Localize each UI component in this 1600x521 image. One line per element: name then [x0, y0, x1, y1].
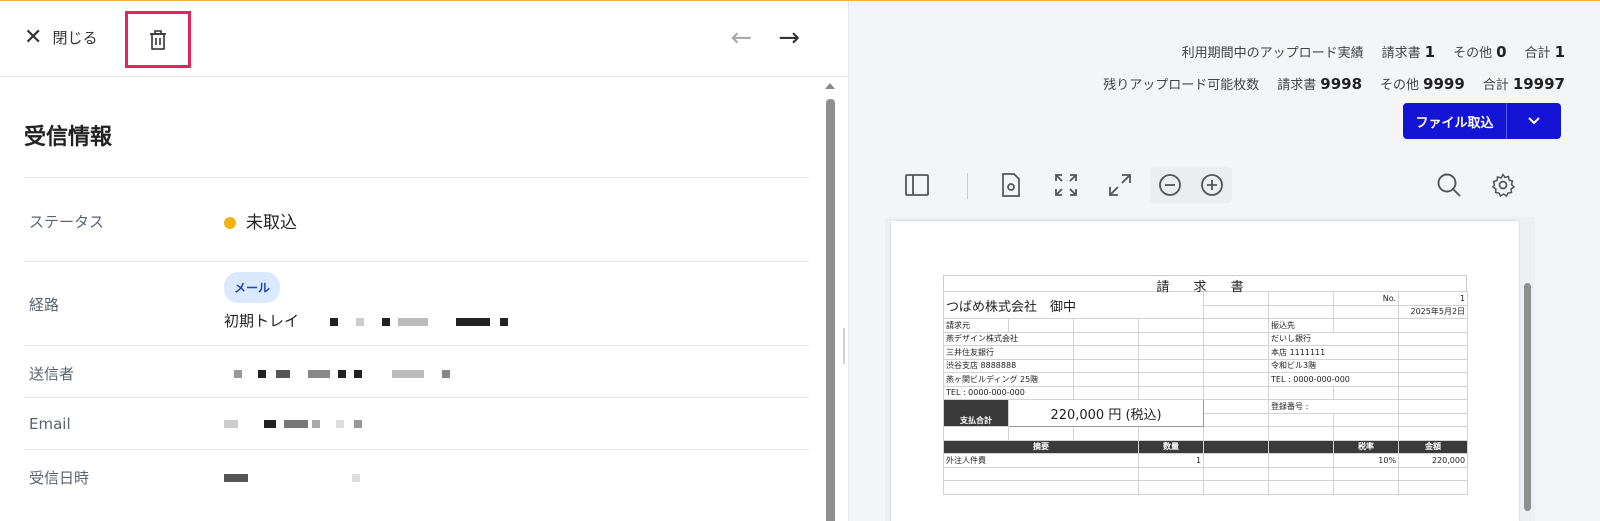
fit-width-icon[interactable] [1106, 171, 1134, 199]
route-label: 経路 [29, 296, 60, 314]
qty-header: 数量 [1137, 439, 1205, 454]
file-import-button[interactable]: ファイル取込 [1403, 103, 1507, 139]
amount-header: 金額 [1398, 439, 1469, 454]
fit-page-icon[interactable] [1052, 171, 1080, 199]
toolbar-separator [967, 173, 968, 199]
section-title: 受信情報 [24, 125, 113, 150]
detail-panel: ✕ 閉じる ← → 受信情報 ステータス 未取込 経路 メール 初期トレイ 送信… [0, 1, 848, 521]
document-page-area: 請 求 書 つばめ株式会社 御中 No. 1 2025年5月2日 請求元 振込先 燕… [885, 217, 1535, 521]
delete-button[interactable] [125, 11, 191, 68]
sidebar-icon[interactable] [903, 171, 931, 199]
preview-panel: 利用期間中のアップロード実績 請求書 1 その他 0 合計 1 残りアップロード可能枚… [849, 1, 1600, 521]
close-icon: ✕ [24, 24, 43, 50]
detail-toolbar: ✕ 閉じる ← → [0, 1, 848, 77]
sender-value-redacted [224, 364, 450, 382]
previous-arrow-button[interactable]: ← [730, 23, 752, 53]
close-button[interactable]: ✕ 閉じる [24, 24, 98, 50]
sender-line: 渋谷支店 8888888 [943, 358, 1074, 373]
viewer-toolbar [885, 153, 1535, 217]
payee-line: TEL : 0000-000-000 [1268, 372, 1400, 387]
file-import-split-button: ファイル取込 [1403, 103, 1561, 139]
remaining-total-count: 19997 [1512, 75, 1565, 93]
remaining-label: 残りアップロード可能枚数 [1103, 78, 1260, 93]
zoom-out-icon[interactable] [1156, 171, 1184, 199]
period-invoice-count: 1 [1424, 43, 1436, 61]
pdf-viewer: 請 求 書 つばめ株式会社 御中 No. 1 2025年5月2日 請求元 振込先 燕… [885, 153, 1535, 521]
file-import-dropdown-button[interactable] [1507, 103, 1561, 139]
received-at-label: 受信日時 [29, 469, 90, 487]
email-value-redacted [224, 414, 362, 432]
payee-heading: 振込先 [1268, 318, 1335, 333]
invoice-date: 2025年5月2日 [1398, 304, 1469, 319]
chevron-down-icon [1528, 117, 1540, 125]
status-value: 未取込 [246, 213, 297, 233]
detail-scrollbar[interactable] [826, 99, 835, 521]
sender-line: TEL : 0000-000-000 [943, 385, 1074, 400]
received-at-row: 受信日時 [24, 449, 809, 501]
invoice-no: 1 [1398, 291, 1469, 306]
received-at-value-redacted [224, 468, 360, 486]
total-value: 220,000 円 (税込) [1007, 399, 1205, 427]
panel-resize-handle[interactable] [843, 328, 845, 364]
route-row: 経路 メール 初期トレイ [24, 261, 809, 345]
upload-usage-period: 利用期間中のアップロード実績 請求書 1 その他 0 合計 1 [1181, 43, 1565, 61]
zoom-controls [1150, 167, 1232, 203]
payee-line: だいし銀行 [1268, 331, 1400, 346]
period-label: 利用期間中のアップロード実績 [1181, 46, 1364, 61]
invoice-no-label: No. [1333, 291, 1400, 306]
route-chip: メール [224, 272, 281, 303]
total-label: 支払合計 [943, 399, 1009, 427]
payee-line: 令和ビル3階 [1268, 358, 1400, 373]
scroll-up-arrow[interactable] [825, 83, 835, 89]
sender-line: 燕ヶ関ビルディング 25階 [943, 372, 1074, 387]
trash-icon [150, 29, 166, 50]
close-label: 閉じる [52, 29, 98, 47]
page-settings-icon[interactable] [997, 171, 1025, 199]
email-row: Email [24, 397, 809, 449]
gear-icon[interactable] [1489, 171, 1517, 199]
zoom-in-icon[interactable] [1198, 171, 1226, 199]
invoice-document: 請 求 書 つばめ株式会社 御中 No. 1 2025年5月2日 請求元 振込先 燕… [942, 275, 1469, 495]
payee-line: 本店 1111111 [1268, 345, 1400, 360]
item-header: 摘要 [943, 439, 1139, 454]
document-page: 請 求 書 つばめ株式会社 御中 No. 1 2025年5月2日 請求元 振込先 燕… [891, 221, 1519, 521]
period-other-count: 0 [1496, 43, 1507, 61]
addressee: つばめ株式会社 御中 [942, 291, 1205, 319]
period-total-count: 1 [1554, 43, 1565, 61]
sender-label: 送信者 [29, 365, 75, 383]
sender-heading: 請求元 [943, 318, 1009, 333]
tax-header: 税率 [1333, 439, 1400, 454]
invoice-title: 請 求 書 [943, 275, 1467, 295]
registration-label: 登録番号 : [1268, 399, 1400, 414]
line-item-row: 外注人件費 1 10% 220,000 [943, 453, 1469, 468]
invoice-grid: つばめ株式会社 御中 No. 1 2025年5月2日 請求元 振込先 燕デザイン株式… [942, 291, 1469, 495]
sender-line: 燕デザイン株式会社 [943, 331, 1074, 346]
status-label: ステータス [29, 213, 105, 231]
sender-row: 送信者 [24, 345, 809, 397]
status-row: ステータス 未取込 [24, 177, 809, 261]
search-icon[interactable] [1435, 171, 1463, 199]
route-value: 初期トレイ [224, 310, 508, 331]
remaining-invoice-count: 9998 [1320, 75, 1363, 93]
viewer-scrollbar[interactable] [1524, 283, 1531, 511]
email-label: Email [29, 415, 71, 433]
remaining-other-count: 9999 [1423, 75, 1465, 93]
status-dot [224, 217, 236, 229]
sender-line: 三井住友銀行 [943, 345, 1074, 360]
upload-usage-remaining: 残りアップロード可能枚数 請求書 9998 その他 9999 合計 19997 [1103, 75, 1565, 93]
next-arrow-button[interactable]: → [778, 23, 800, 53]
